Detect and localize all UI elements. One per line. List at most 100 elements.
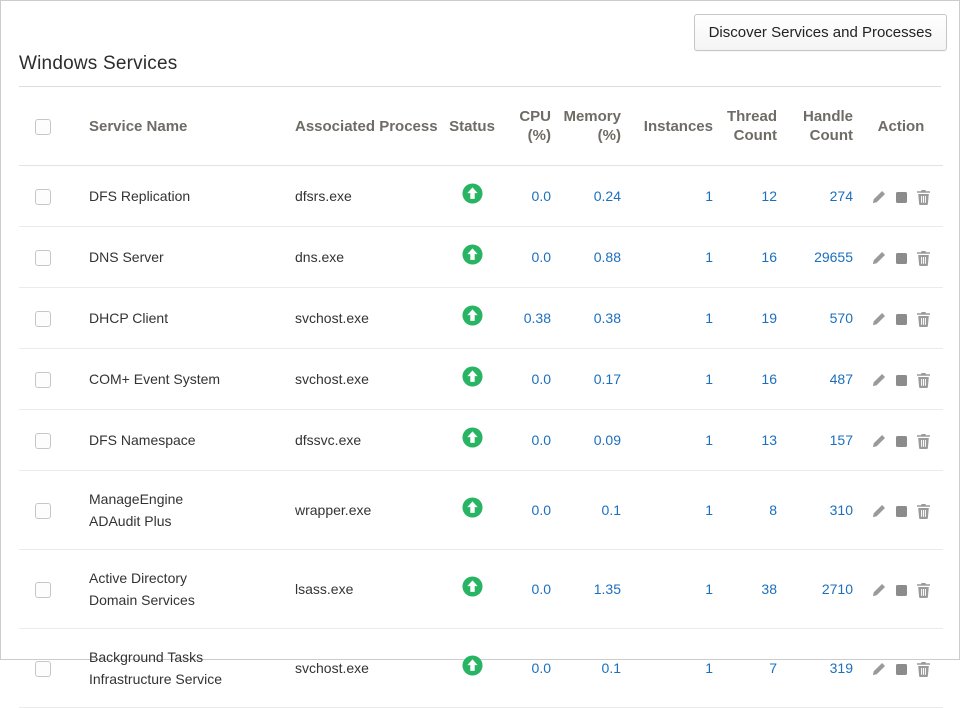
memory-value: 0.1 (557, 629, 627, 708)
row-checkbox-cell (19, 471, 65, 550)
status-cell (443, 550, 501, 629)
memory-value: 1.35 (557, 550, 627, 629)
row-checkbox[interactable] (35, 250, 51, 266)
edit-icon[interactable] (872, 251, 886, 265)
service-name: DHCP Client (65, 288, 275, 349)
memory-value: 0.24 (557, 166, 627, 227)
col-thread-count: Thread Count (719, 87, 783, 166)
col-associated-process: Associated Process (275, 87, 443, 166)
stop-icon[interactable] (896, 375, 907, 386)
handle-count-value: 29655 (783, 227, 859, 288)
stop-icon[interactable] (896, 314, 907, 325)
memory-value: 0.38 (557, 288, 627, 349)
cpu-value: 0.0 (501, 349, 557, 410)
status-cell (443, 471, 501, 550)
table-row: DNS Serverdns.exe0.00.8811629655 (19, 227, 943, 288)
row-checkbox-cell (19, 166, 65, 227)
edit-icon[interactable] (872, 190, 886, 204)
select-all-cell (19, 87, 65, 166)
thread-count-value: 13 (719, 410, 783, 471)
associated-process: dfsrs.exe (275, 166, 443, 227)
instances-value: 1 (627, 471, 719, 550)
action-cell (859, 629, 943, 708)
thread-count-value: 12 (719, 166, 783, 227)
row-checkbox-cell (19, 410, 65, 471)
service-name: ManageEngine ADAudit Plus (65, 471, 275, 550)
cpu-value: 0.0 (501, 166, 557, 227)
status-up-icon (462, 305, 483, 326)
handle-count-value: 319 (783, 629, 859, 708)
instances-value: 1 (627, 227, 719, 288)
action-cell (859, 166, 943, 227)
row-checkbox[interactable] (35, 311, 51, 327)
col-instances: Instances (627, 87, 719, 166)
cpu-value: 0.0 (501, 550, 557, 629)
delete-icon[interactable] (917, 190, 930, 205)
page-title: Windows Services (19, 53, 941, 75)
status-cell (443, 410, 501, 471)
stop-icon[interactable] (896, 664, 907, 675)
instances-value: 1 (627, 166, 719, 227)
row-checkbox[interactable] (35, 433, 51, 449)
delete-icon[interactable] (917, 434, 930, 449)
col-handle-count: Handle Count (783, 87, 859, 166)
associated-process: dns.exe (275, 227, 443, 288)
row-checkbox[interactable] (35, 582, 51, 598)
stop-icon[interactable] (896, 585, 907, 596)
col-action: Action (859, 87, 943, 166)
table-row: DHCP Clientsvchost.exe0.380.38119570 (19, 288, 943, 349)
edit-icon[interactable] (872, 373, 886, 387)
delete-icon[interactable] (917, 504, 930, 519)
handle-count-value: 157 (783, 410, 859, 471)
instances-value: 1 (627, 288, 719, 349)
edit-icon[interactable] (872, 312, 886, 326)
thread-count-value: 16 (719, 349, 783, 410)
stop-icon[interactable] (896, 506, 907, 517)
service-name: DFS Replication (65, 166, 275, 227)
thread-count-value: 16 (719, 227, 783, 288)
status-up-icon (462, 183, 483, 204)
delete-icon[interactable] (917, 662, 930, 677)
memory-value: 0.88 (557, 227, 627, 288)
action-cell (859, 288, 943, 349)
status-cell (443, 166, 501, 227)
associated-process: svchost.exe (275, 349, 443, 410)
row-checkbox-cell (19, 288, 65, 349)
delete-icon[interactable] (917, 583, 930, 598)
row-checkbox[interactable] (35, 372, 51, 388)
edit-icon[interactable] (872, 583, 886, 597)
row-checkbox[interactable] (35, 661, 51, 677)
status-up-icon (462, 366, 483, 387)
delete-icon[interactable] (917, 312, 930, 327)
services-table: Service Name Associated Process Status C… (19, 87, 943, 708)
row-checkbox[interactable] (35, 189, 51, 205)
instances-value: 1 (627, 629, 719, 708)
discover-services-button[interactable]: Discover Services and Processes (694, 14, 947, 51)
delete-icon[interactable] (917, 373, 930, 388)
edit-icon[interactable] (872, 504, 886, 518)
handle-count-value: 487 (783, 349, 859, 410)
handle-count-value: 274 (783, 166, 859, 227)
associated-process: svchost.exe (275, 288, 443, 349)
stop-icon[interactable] (896, 253, 907, 264)
memory-value: 0.1 (557, 471, 627, 550)
service-name: DFS Namespace (65, 410, 275, 471)
table-row: Background Tasks Infrastructure Services… (19, 629, 943, 708)
table-row: DFS Replicationdfsrs.exe 0.00.24112274 (19, 166, 943, 227)
stop-icon[interactable] (896, 192, 907, 203)
select-all-checkbox[interactable] (35, 119, 51, 135)
instances-value: 1 (627, 349, 719, 410)
edit-icon[interactable] (872, 662, 886, 676)
status-up-icon (462, 244, 483, 265)
action-cell (859, 410, 943, 471)
thread-count-value: 19 (719, 288, 783, 349)
handle-count-value: 570 (783, 288, 859, 349)
topbar: Discover Services and Processes (1, 1, 959, 51)
cpu-value: 0.0 (501, 629, 557, 708)
stop-icon[interactable] (896, 436, 907, 447)
row-checkbox[interactable] (35, 503, 51, 519)
delete-icon[interactable] (917, 251, 930, 266)
status-cell (443, 288, 501, 349)
edit-icon[interactable] (872, 434, 886, 448)
action-cell (859, 349, 943, 410)
